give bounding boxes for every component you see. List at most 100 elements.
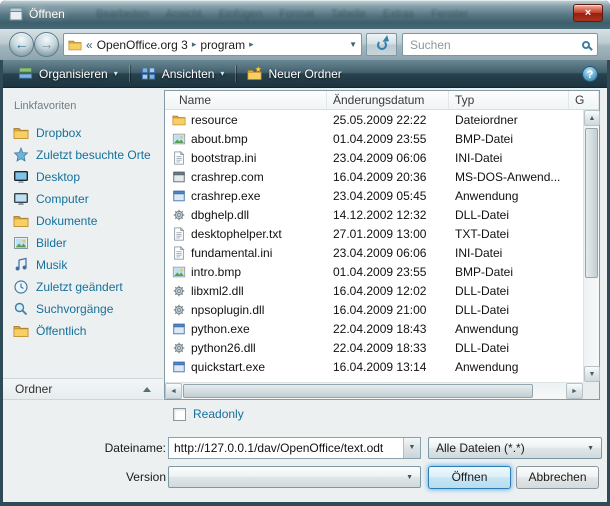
table-row[interactable]: intro.bmp 01.04.2009 23:55 BMP-Datei bbox=[165, 262, 583, 281]
file-type: MS-DOS-Anwend... bbox=[449, 170, 583, 184]
new-folder-label: Neuer Ordner bbox=[268, 67, 341, 81]
refresh-button[interactable] bbox=[366, 33, 397, 56]
table-row[interactable]: python26.dll 22.04.2009 18:33 DLL-Datei bbox=[165, 338, 583, 357]
filename-dropdown-icon[interactable]: ▼ bbox=[403, 438, 420, 458]
chevron-down-icon: ▼ bbox=[406, 474, 413, 481]
forward-button[interactable]: → bbox=[34, 32, 59, 57]
file-rows: resource 25.05.2009 22:22 Dateiordner ab… bbox=[165, 110, 583, 382]
vertical-scrollbar[interactable]: ▲ ▼ bbox=[583, 110, 599, 382]
sidebar-item-label: Musik bbox=[36, 258, 67, 272]
sidebar-item[interactable]: Öffentlich bbox=[3, 320, 163, 342]
readonly-label[interactable]: Readonly bbox=[193, 407, 244, 421]
file-type: Dateiordner bbox=[449, 113, 583, 127]
organize-label: Organisieren bbox=[39, 67, 108, 81]
sidebar-item[interactable]: Bilder bbox=[3, 232, 163, 254]
address-dropdown-icon[interactable]: ▼ bbox=[349, 40, 357, 49]
sidebar-list: Dropbox Zuletzt besuchte Orte Desktop Co… bbox=[3, 122, 163, 342]
table-row[interactable]: quickstart.exe 16.04.2009 13:14 Anwendun… bbox=[165, 357, 583, 376]
table-row[interactable]: crashrep.exe 23.04.2009 05:45 Anwendung bbox=[165, 186, 583, 205]
back-button[interactable]: ← bbox=[9, 32, 34, 57]
column-header-size[interactable]: G bbox=[569, 91, 599, 109]
sidebar-item-icon bbox=[13, 257, 29, 273]
horizontal-scrollbar[interactable]: ◄ ► bbox=[165, 382, 583, 399]
file-date: 27.01.2009 13:00 bbox=[327, 227, 449, 241]
help-button[interactable]: ? bbox=[582, 66, 598, 82]
scroll-right-button[interactable]: ► bbox=[566, 383, 583, 399]
file-date: 22.04.2009 18:33 bbox=[327, 341, 449, 355]
file-icon bbox=[172, 246, 186, 260]
table-row[interactable]: desktophelper.txt 27.01.2009 13:00 TXT-D… bbox=[165, 224, 583, 243]
column-header-name[interactable]: Name bbox=[165, 91, 327, 109]
table-row[interactable]: dbghelp.dll 14.12.2002 12:32 DLL-Datei bbox=[165, 205, 583, 224]
sidebar-item-label: Bilder bbox=[36, 236, 67, 250]
organize-icon bbox=[18, 66, 33, 81]
file-type: Anwendung bbox=[449, 360, 583, 374]
open-button[interactable]: Öffnen bbox=[428, 466, 511, 489]
close-button[interactable]: × bbox=[573, 4, 603, 22]
version-select[interactable]: ▼ bbox=[168, 466, 421, 488]
sidebar-item[interactable]: Zuletzt geändert bbox=[3, 276, 163, 298]
chevron-down-icon: ▾ bbox=[114, 69, 118, 78]
sidebar-item[interactable]: Desktop bbox=[3, 166, 163, 188]
breadcrumb-current[interactable]: program bbox=[200, 38, 245, 52]
sidebar-item-icon bbox=[13, 125, 29, 141]
table-row[interactable]: npsoplugin.dll 16.04.2009 21:00 DLL-Date… bbox=[165, 300, 583, 319]
breadcrumb-root[interactable]: OpenOffice.org 3 bbox=[97, 38, 188, 52]
file-date: 16.04.2009 20:36 bbox=[327, 170, 449, 184]
cancel-button[interactable]: Abbrechen bbox=[516, 466, 599, 489]
scroll-down-button[interactable]: ▼ bbox=[584, 366, 600, 382]
window-icon bbox=[8, 6, 24, 22]
filetype-select[interactable]: Alle Dateien (*.*) ▼ bbox=[428, 437, 602, 459]
readonly-checkbox[interactable] bbox=[173, 408, 186, 421]
toolbar-separator bbox=[129, 65, 130, 82]
sidebar-item-label: Dokumente bbox=[36, 214, 97, 228]
file-name: intro.bmp bbox=[191, 265, 241, 279]
file-icon bbox=[172, 113, 186, 127]
magnifier-icon[interactable] bbox=[582, 41, 590, 49]
breadcrumb-separator[interactable]: ▸ bbox=[192, 39, 197, 50]
horizontal-scroll-thumb[interactable] bbox=[183, 384, 533, 398]
column-header-date[interactable]: Änderungsdatum bbox=[327, 91, 449, 109]
sidebar-item[interactable]: Dropbox bbox=[3, 122, 163, 144]
sidebar-item[interactable]: Suchvorgänge bbox=[3, 298, 163, 320]
address-bar[interactable]: « OpenOffice.org 3 ▸ program ▸ ▼ bbox=[63, 33, 362, 56]
table-row[interactable]: about.bmp 01.04.2009 23:55 BMP-Datei bbox=[165, 129, 583, 148]
chevron-up-icon bbox=[143, 387, 151, 392]
sidebar-item[interactable]: Zuletzt besuchte Orte bbox=[3, 144, 163, 166]
sidebar-item[interactable]: Musik bbox=[3, 254, 163, 276]
sidebar-item-label: Öffentlich bbox=[36, 324, 86, 338]
file-type: Anwendung bbox=[449, 322, 583, 336]
breadcrumb-overflow[interactable]: « bbox=[86, 38, 93, 52]
scroll-up-button[interactable]: ▲ bbox=[584, 110, 600, 126]
table-row[interactable]: crashrep.com 16.04.2009 20:36 MS-DOS-Anw… bbox=[165, 167, 583, 186]
title-bar[interactable]: Öffnen Bearbeiten Ansicht Einfügen Forma… bbox=[0, 0, 610, 29]
sidebar-item-label: Desktop bbox=[36, 170, 80, 184]
file-name: dbghelp.dll bbox=[191, 208, 249, 222]
table-row[interactable]: fundamental.ini 23.04.2009 06:06 INI-Dat… bbox=[165, 243, 583, 262]
filename-input[interactable] bbox=[169, 438, 403, 458]
table-row[interactable]: resource 25.05.2009 22:22 Dateiordner bbox=[165, 110, 583, 129]
file-name: npsoplugin.dll bbox=[191, 303, 264, 317]
file-name: fundamental.ini bbox=[191, 246, 272, 260]
file-date: 23.04.2009 06:06 bbox=[327, 246, 449, 260]
file-icon bbox=[172, 322, 186, 336]
sidebar-item[interactable]: Dokumente bbox=[3, 210, 163, 232]
file-name: quickstart.exe bbox=[191, 360, 265, 374]
vertical-scroll-thumb[interactable] bbox=[585, 128, 598, 278]
breadcrumb-separator[interactable]: ▸ bbox=[249, 39, 254, 50]
organize-button[interactable]: Organisieren ▾ bbox=[9, 63, 127, 84]
column-header-type[interactable]: Typ bbox=[449, 91, 569, 109]
file-icon bbox=[172, 265, 186, 279]
file-date: 23.04.2009 06:06 bbox=[327, 151, 449, 165]
sidebar-item-icon bbox=[13, 235, 29, 251]
views-button[interactable]: Ansichten ▾ bbox=[132, 63, 234, 84]
folders-expander[interactable]: Ordner bbox=[3, 378, 163, 400]
table-row[interactable]: bootstrap.ini 23.04.2009 06:06 INI-Datei bbox=[165, 148, 583, 167]
sidebar-item[interactable]: Computer bbox=[3, 188, 163, 210]
search-input[interactable]: Suchen bbox=[402, 33, 598, 56]
table-row[interactable]: libxml2.dll 16.04.2009 12:02 DLL-Datei bbox=[165, 281, 583, 300]
new-folder-button[interactable]: Neuer Ordner bbox=[238, 63, 350, 84]
table-row[interactable]: python.exe 22.04.2009 18:43 Anwendung bbox=[165, 319, 583, 338]
scroll-left-button[interactable]: ◄ bbox=[165, 383, 182, 399]
sidebar-item-icon bbox=[13, 147, 29, 163]
